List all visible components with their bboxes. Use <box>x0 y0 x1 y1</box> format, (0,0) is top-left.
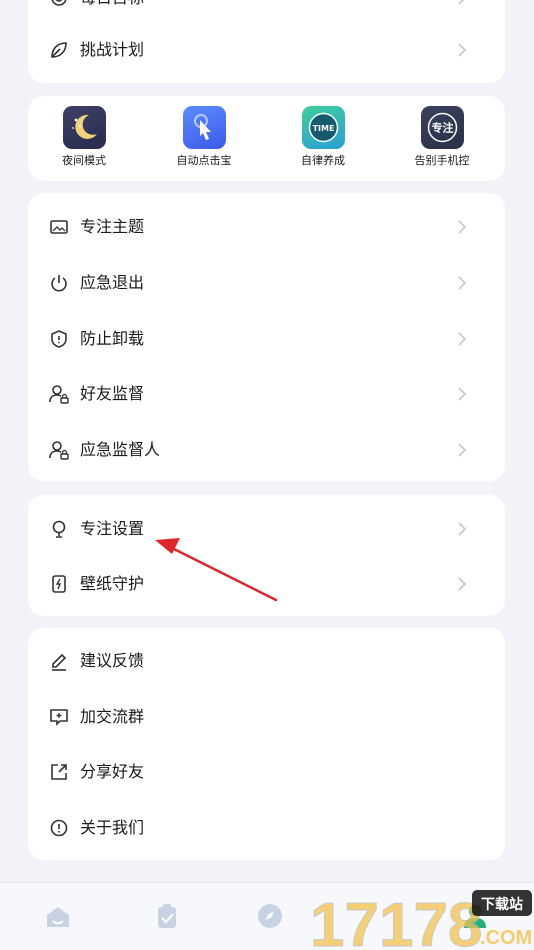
chevron-right-icon <box>458 0 465 5</box>
menu-item-prevent-uninstall[interactable]: 防止卸载 <box>28 311 505 367</box>
menu-item-label: 专注设置 <box>80 519 145 538</box>
svg-text:.COM: .COM <box>480 927 532 949</box>
tool-auto-clicker[interactable]: 自动点击宝 <box>154 106 254 168</box>
svg-text:下载站: 下载站 <box>481 896 523 913</box>
user-lock-icon <box>49 440 69 460</box>
other-card: 建议反馈 加交流群 分享好友 关于我们 <box>28 628 505 860</box>
menu-item-label: 应急退出 <box>80 273 145 292</box>
menu-item-feedback[interactable]: 建议反馈 <box>28 633 505 689</box>
menu-item-wallpaper-guard[interactable]: 壁纸守护 <box>28 556 505 612</box>
chevron-right-icon <box>458 387 467 401</box>
power-icon <box>49 273 69 293</box>
tab-discover[interactable] <box>253 901 287 935</box>
menu-item-label: 防止卸载 <box>80 329 145 348</box>
chat-plus-icon <box>49 707 69 727</box>
tool-label: 夜间模式 <box>62 154 106 167</box>
menu-item-challenge-plan[interactable]: 挑战计划 <box>28 22 505 78</box>
chevron-right-icon <box>458 332 467 346</box>
menu-item-label: 应急监督人 <box>80 440 161 459</box>
target-icon <box>49 0 69 8</box>
time-app-icon: TIME <box>301 106 345 149</box>
chevron-right-icon <box>458 43 467 57</box>
menu-item-join-group[interactable]: 加交流群 <box>28 689 505 745</box>
moon-app-icon <box>62 106 106 149</box>
svg-text:TIME: TIME <box>312 124 334 133</box>
menu-item-share-friends[interactable]: 分享好友 <box>28 744 505 800</box>
menu-item-label: 每日目标 <box>80 0 144 8</box>
menu-item-label: 分享好友 <box>80 762 145 781</box>
menu-item-label: 挑战计划 <box>80 40 145 59</box>
tool-night-mode[interactable]: 夜间模式 <box>34 106 134 168</box>
menu-item-friend-supervision[interactable]: 好友监督 <box>28 366 505 422</box>
user-lock-icon <box>49 384 69 404</box>
menu-item-label: 专注主题 <box>80 217 145 236</box>
menu-item-focus-theme[interactable]: 专注主题 <box>28 199 505 255</box>
phone-bolt-icon <box>49 574 69 594</box>
chevron-right-icon <box>458 577 467 591</box>
tool-label: 自律养成 <box>301 154 345 167</box>
focus-app-icon: 专注 <box>420 106 464 149</box>
info-icon <box>49 818 69 838</box>
chevron-right-icon <box>458 522 467 536</box>
menu-item-label: 壁纸守护 <box>80 574 145 593</box>
menu-item-label: 加交流群 <box>80 707 145 726</box>
site-watermark: 17178 下载站 .COM <box>310 884 534 950</box>
bulb-icon <box>49 519 69 539</box>
compass-icon <box>255 901 285 935</box>
tap-app-icon <box>182 106 226 149</box>
menu-item-emergency-exit[interactable]: 应急退出 <box>28 255 505 311</box>
menu-item-label: 建议反馈 <box>80 651 145 670</box>
settings-card: 专注设置 壁纸守护 <box>28 495 505 616</box>
menu-item-focus-settings[interactable]: 专注设置 <box>28 501 505 557</box>
menu-item-emergency-supervisor[interactable]: 应急监督人 <box>28 422 505 478</box>
svg-text:17178: 17178 <box>310 891 482 950</box>
tool-label: 告别手机控 <box>414 154 470 167</box>
menu-item-about-us[interactable]: 关于我们 <box>28 800 505 856</box>
home-icon <box>43 901 73 935</box>
leaf-icon <box>49 40 69 60</box>
menu-item-label: 关于我们 <box>80 818 145 837</box>
image-icon <box>49 217 69 237</box>
svg-text:专注: 专注 <box>431 121 453 135</box>
menu-item-label: 好友监督 <box>80 384 145 403</box>
tool-self-discipline[interactable]: TIME 自律养成 <box>273 106 373 168</box>
chevron-right-icon <box>458 220 467 234</box>
tools-card: 夜间模式 自动点击宝 TIME 自律养成 专注 告别手机控 <box>28 96 505 181</box>
card-top: 每日目标 挑战计划 <box>28 0 505 83</box>
pen-icon <box>49 651 69 671</box>
tab-home[interactable] <box>41 901 75 935</box>
chevron-right-icon <box>458 276 467 290</box>
tool-phone-addiction[interactable]: 专注 告别手机控 <box>392 106 492 168</box>
tool-label: 自动点击宝 <box>176 154 232 167</box>
shield-icon <box>49 329 69 349</box>
clipboard-icon <box>152 901 182 935</box>
tab-tasks[interactable] <box>150 901 184 935</box>
chevron-right-icon <box>458 443 467 457</box>
share-icon <box>49 762 69 782</box>
focus-menu-card: 专注主题 应急退出 防止卸载 好友监督 应急监督人 <box>28 193 505 481</box>
